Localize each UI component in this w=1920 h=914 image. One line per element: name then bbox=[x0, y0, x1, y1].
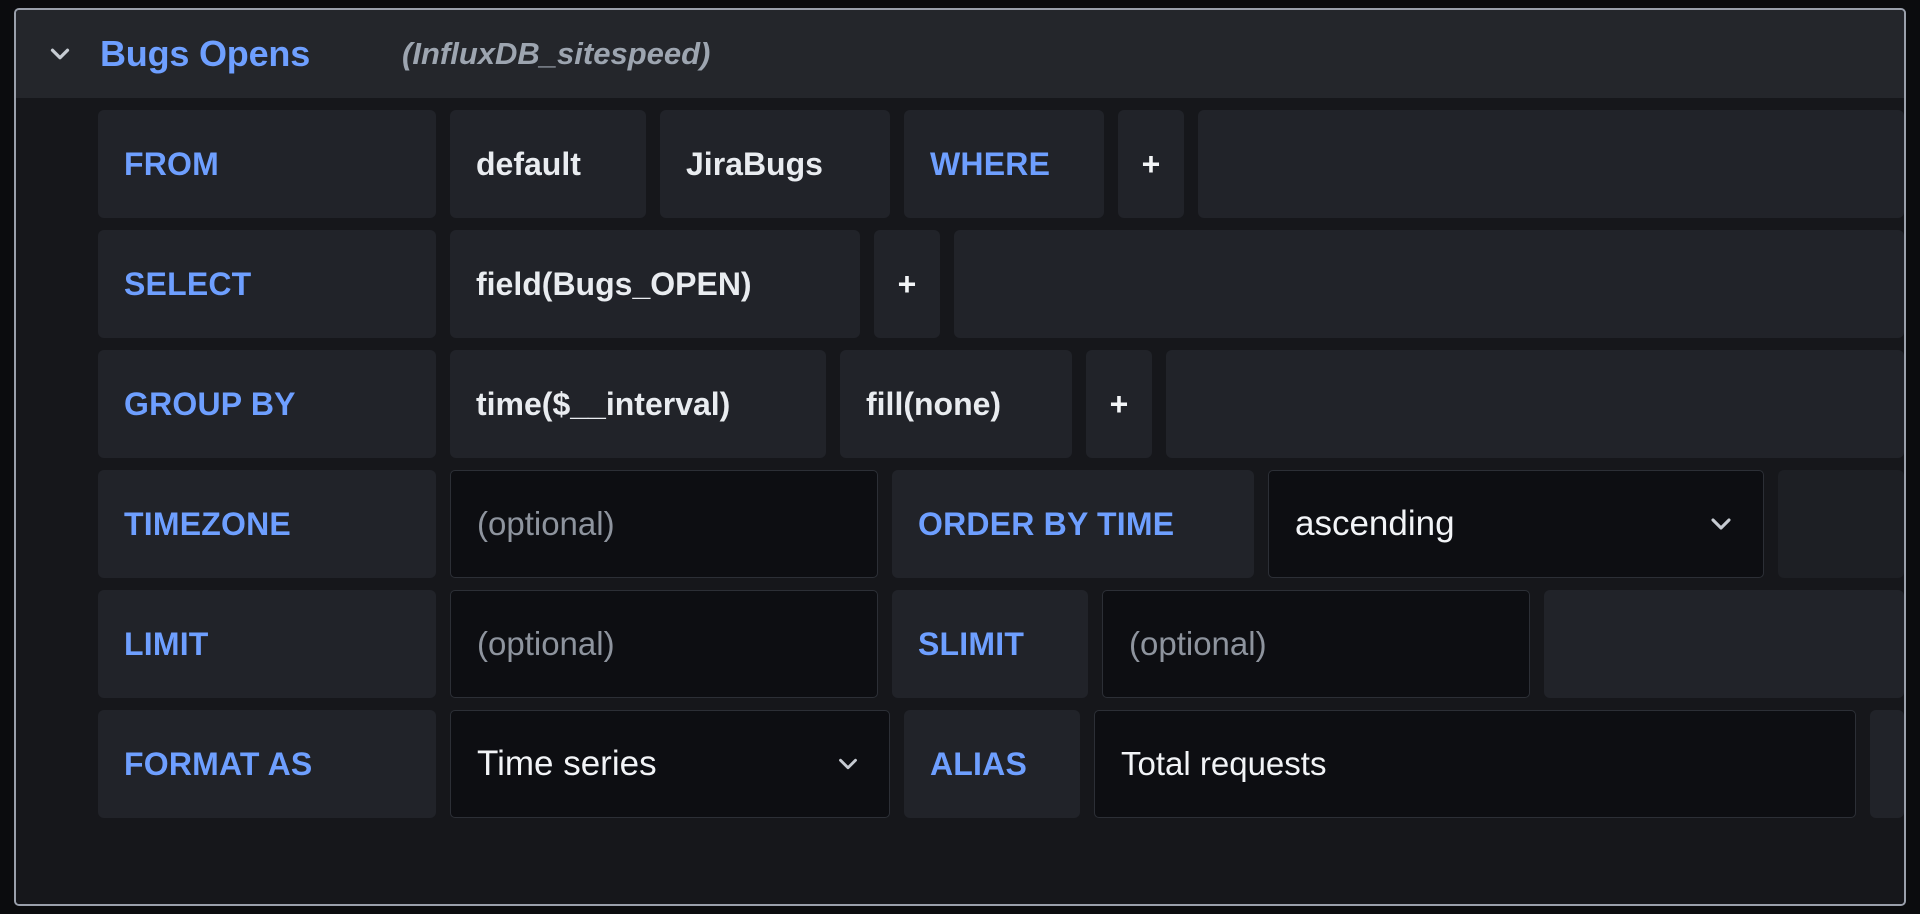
group-by-row: GROUP BY time($__interval) fill(none) + bbox=[16, 350, 1904, 458]
slimit-placeholder: (optional) bbox=[1129, 625, 1267, 662]
format-as-value: Time series bbox=[477, 744, 657, 783]
group-by-time-segment[interactable]: time($__interval) bbox=[450, 350, 826, 458]
query-header: Bugs Opens (InfluxDB_sitespeed) bbox=[16, 10, 1904, 98]
group-by-label: GROUP BY bbox=[98, 350, 436, 458]
timezone-placeholder: (optional) bbox=[477, 505, 615, 542]
limit-row-filler bbox=[1544, 590, 1904, 698]
where-label: WHERE bbox=[904, 110, 1104, 218]
limit-placeholder: (optional) bbox=[477, 625, 615, 662]
from-label: FROM bbox=[98, 110, 436, 218]
timezone-label: TIMEZONE bbox=[98, 470, 436, 578]
select-label: SELECT bbox=[98, 230, 436, 338]
order-by-time-select[interactable]: ascending bbox=[1268, 470, 1764, 578]
from-row-filler bbox=[1198, 110, 1904, 218]
add-where-button[interactable]: + bbox=[1118, 110, 1184, 218]
chevron-down-icon bbox=[1705, 508, 1737, 540]
group-by-row-filler bbox=[1166, 350, 1904, 458]
order-by-time-value: ascending bbox=[1295, 504, 1455, 543]
retention-policy-segment[interactable]: default bbox=[450, 110, 646, 218]
limit-input[interactable]: (optional) bbox=[450, 590, 878, 698]
select-row: SELECT field(Bugs_OPEN) + bbox=[16, 230, 1904, 338]
order-by-time-label: ORDER BY TIME bbox=[892, 470, 1254, 578]
chevron-down-icon[interactable] bbox=[38, 32, 82, 76]
add-group-by-button[interactable]: + bbox=[1086, 350, 1152, 458]
chevron-down-icon bbox=[833, 749, 863, 779]
format-as-select[interactable]: Time series bbox=[450, 710, 890, 818]
format-as-row: FORMAT AS Time series ALIAS Total reques… bbox=[16, 710, 1904, 818]
timezone-input[interactable]: (optional) bbox=[450, 470, 878, 578]
measurement-segment[interactable]: JiraBugs bbox=[660, 110, 890, 218]
group-by-fill-segment[interactable]: fill(none) bbox=[840, 350, 1072, 458]
alias-value: Total requests bbox=[1121, 745, 1327, 782]
alias-label: ALIAS bbox=[904, 710, 1080, 818]
influxdb-query-editor-panel: Bugs Opens (InfluxDB_sitespeed) FROM def… bbox=[14, 8, 1906, 906]
timezone-row-filler bbox=[1778, 470, 1904, 578]
slimit-input[interactable]: (optional) bbox=[1102, 590, 1530, 698]
query-editor-body: FROM default JiraBugs WHERE + SELECT fie… bbox=[16, 98, 1904, 904]
query-title[interactable]: Bugs Opens bbox=[100, 33, 310, 75]
format-as-row-filler bbox=[1870, 710, 1904, 818]
query-datasource-label: (InfluxDB_sitespeed) bbox=[402, 36, 711, 71]
select-row-filler bbox=[954, 230, 1904, 338]
format-as-label: FORMAT AS bbox=[98, 710, 436, 818]
timezone-row: TIMEZONE (optional) ORDER BY TIME ascend… bbox=[16, 470, 1904, 578]
limit-row: LIMIT (optional) SLIMIT (optional) bbox=[16, 590, 1904, 698]
slimit-label: SLIMIT bbox=[892, 590, 1088, 698]
limit-label: LIMIT bbox=[98, 590, 436, 698]
add-select-button[interactable]: + bbox=[874, 230, 940, 338]
select-field-segment[interactable]: field(Bugs_OPEN) bbox=[450, 230, 860, 338]
alias-input[interactable]: Total requests bbox=[1094, 710, 1856, 818]
from-row: FROM default JiraBugs WHERE + bbox=[16, 110, 1904, 218]
